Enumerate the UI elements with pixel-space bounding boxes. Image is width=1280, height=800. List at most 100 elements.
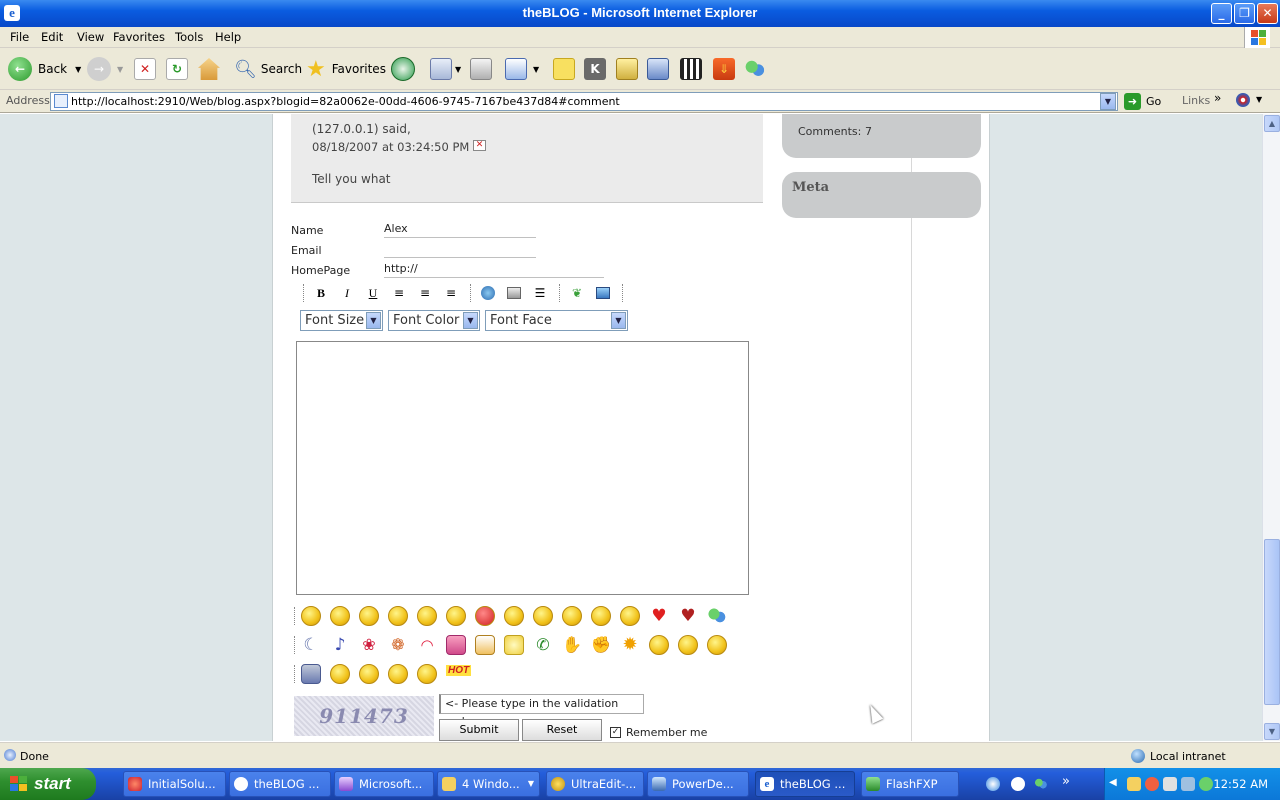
menu-favorites[interactable]: Favorites [113,30,165,44]
minimize-button[interactable]: _ [1211,3,1232,24]
nerd-emoticon-icon[interactable] [417,664,437,684]
address-dropdown-button[interactable]: ▼ [1100,93,1116,110]
light-bulb-icon[interactable] [504,635,524,655]
font-size-select[interactable]: Font Size ▼ [300,310,383,331]
home-button[interactable] [198,55,220,83]
cake-icon[interactable] [475,635,495,655]
angry-emoticon-icon[interactable] [475,606,495,626]
history-button[interactable] [391,55,415,83]
sun-icon[interactable]: ✹ [620,635,640,655]
tray-expand-icon[interactable]: ◀ [1109,777,1117,788]
tool-button-4[interactable]: ⇓ [713,55,735,83]
toolbar-extension-icon[interactable] [1236,93,1250,107]
tray-app-icon[interactable] [1163,777,1177,791]
broken-heart-icon[interactable]: ♥ [678,606,698,626]
lips-icon[interactable]: ◠ [417,635,437,655]
scroll-up-button[interactable]: ▲ [1264,115,1280,132]
refresh-button[interactable]: ↻ [166,55,188,83]
scroll-down-button[interactable]: ▼ [1264,723,1280,740]
moon-icon[interactable]: ☾ [301,635,321,655]
stop-button[interactable]: ✕ [134,55,156,83]
homepage-input[interactable]: http:// [384,262,604,278]
shocked-emoticon-icon[interactable] [359,664,379,684]
quicklaunch-messenger-icon[interactable] [1034,777,1048,791]
remember-me-checkbox[interactable]: ✓ [610,727,621,738]
disappointed-emoticon-icon[interactable] [620,606,640,626]
crying-emoticon-icon[interactable] [591,606,611,626]
go-button[interactable]: ➜ Go [1124,93,1161,110]
submit-button[interactable]: Submit [439,719,519,741]
remember-me-option[interactable]: ✓ Remember me [610,726,707,739]
cool-emoticon-icon[interactable] [446,606,466,626]
surprised-emoticon-icon[interactable] [388,606,408,626]
wilted-rose-icon[interactable]: ❁ [388,635,408,655]
phone-icon[interactable]: ✆ [533,635,553,655]
tool-button-3[interactable] [680,55,702,83]
name-input[interactable]: Alex [384,222,536,238]
quicklaunch-ie-icon[interactable] [986,777,1000,791]
quicklaunch-app-icon[interactable] [1011,777,1025,791]
chevron-right-icon[interactable]: » [1062,774,1070,789]
tray-app-icon[interactable] [1127,777,1141,791]
menu-help[interactable]: Help [215,30,241,44]
align-center-icon[interactable]: ≡ [414,283,436,304]
confused-emoticon-icon[interactable] [533,606,553,626]
thumbs-down-icon[interactable]: ✊ [591,635,611,655]
hot-icon[interactable]: HOT [446,664,472,676]
notes-button[interactable] [553,55,575,83]
tool-button-2[interactable] [647,55,669,83]
rain-cloud-icon[interactable] [301,664,321,684]
heart-icon[interactable]: ♥ [649,606,669,626]
italic-button[interactable]: I [336,283,358,304]
underline-button[interactable]: U [362,283,384,304]
tray-messenger-icon[interactable] [1199,777,1213,791]
task-ultraedit[interactable]: UltraEdit-... [546,771,644,797]
font-face-select[interactable]: Font Face ▼ [485,310,628,331]
tongue-emoticon-icon[interactable] [417,606,437,626]
insert-link-icon[interactable] [477,283,499,304]
bold-button[interactable]: B [310,283,332,304]
email-input[interactable] [384,242,536,258]
gift-icon[interactable] [446,635,466,655]
menu-edit[interactable]: Edit [41,30,63,44]
insert-emoticon-icon[interactable]: ❦ [566,283,588,304]
bulleted-list-icon[interactable]: ☰ [529,283,551,304]
teeth-emoticon-icon[interactable] [678,635,698,655]
grin-emoticon-icon[interactable] [330,606,350,626]
restore-button[interactable]: ❐ [1234,3,1255,24]
start-button[interactable]: start [0,768,96,800]
smile-emoticon-icon[interactable] [301,606,321,626]
align-right-icon[interactable]: ≡ [440,283,462,304]
favorites-button[interactable]: ★ Favorites [306,55,386,83]
sad-emoticon-icon[interactable] [562,606,582,626]
chevron-right-icon[interactable]: » [1214,91,1221,105]
insert-anchor-icon[interactable] [503,283,525,304]
insert-image-icon[interactable] [592,283,614,304]
menu-view[interactable]: View [77,30,104,44]
task-windows-group[interactable]: 4 Windo... ▼ [437,771,540,797]
thumbs-up-icon[interactable]: ✋ [562,635,582,655]
menu-file[interactable]: File [10,30,29,44]
music-note-icon[interactable]: ♪ [330,635,350,655]
messenger-button[interactable] [744,55,766,83]
search-button[interactable]: 🔍︎ Search [234,55,302,83]
forward-button[interactable]: → ▼ [87,55,123,83]
task-microsoft[interactable]: Microsoft... [334,771,434,797]
address-input[interactable]: http://localhost:2910/Web/blog.aspx?blog… [50,92,1118,111]
tool-button-1[interactable] [616,55,638,83]
close-button[interactable]: ✕ [1257,3,1278,24]
task-theblog-1[interactable]: theBLOG ... [229,771,331,797]
wink-emoticon-icon[interactable] [359,606,379,626]
task-theblog-2[interactable]: e theBLOG ... [755,771,855,797]
comment-textarea[interactable] [296,341,749,595]
thinking-emoticon-icon[interactable] [707,635,727,655]
vertical-scrollbar[interactable]: ▲ ▼ [1262,114,1280,741]
print-button[interactable] [470,55,492,83]
task-flashfxp[interactable]: FlashFXP [861,771,959,797]
validation-code-input[interactable]: <- Please type in the validation code. [439,694,644,728]
links-label[interactable]: Links [1182,94,1210,107]
embarrassed-emoticon-icon[interactable] [504,606,524,626]
sleepy-emoticon-icon[interactable] [388,664,408,684]
sealed-lips-emoticon-icon[interactable] [649,635,669,655]
edit-button[interactable]: ▼ [505,55,539,83]
